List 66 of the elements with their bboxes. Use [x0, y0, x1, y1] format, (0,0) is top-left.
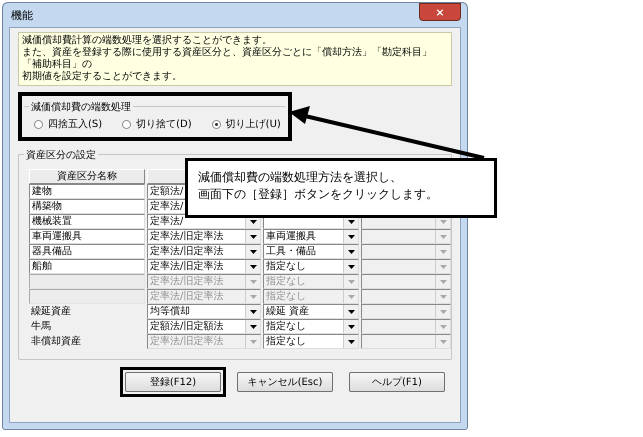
radio-label: 四捨五入(S): [48, 118, 102, 131]
radio-label: 切り上げ(U): [226, 118, 281, 131]
caret-icon: [250, 310, 256, 314]
callout-text: 画面下の［登録］ボタンをクリックします。: [198, 186, 439, 203]
dropdown[interactable]: 指定なし: [263, 259, 359, 274]
caret-icon: [348, 324, 354, 328]
dropdown[interactable]: 指定なし: [263, 319, 359, 334]
dialog-button[interactable]: ヘルプ(F1): [349, 372, 445, 392]
column-header: 資産区分名称: [29, 169, 145, 184]
info-text: 減価償却費計算の端数処理を選択することができます。: [22, 35, 273, 46]
group-title: 減価償却費の端数処理: [29, 100, 133, 114]
caret-icon: [250, 234, 256, 238]
close-button[interactable]: ×: [419, 3, 461, 21]
caret-icon: [250, 340, 256, 344]
radio-option[interactable]: 切り上げ(U): [212, 117, 281, 131]
caret-icon: [348, 234, 354, 238]
caret-icon: [348, 250, 354, 254]
radio-icon[interactable]: [212, 120, 221, 128]
asset-name: 繰延資産: [30, 304, 72, 319]
dropdown[interactable]: 定率法/旧定率法: [147, 244, 261, 259]
radio-label: 切り捨て(D): [136, 118, 192, 131]
dialog-button[interactable]: キャンセル(Esc): [237, 372, 333, 392]
caret-icon: [440, 280, 446, 284]
info-text: また、資産を登録する際に使用する資産区分と、資産区分ごとに「償却方法」「勘定科目」「補助科目」の: [22, 47, 433, 70]
group-title: 資産区分の設定: [24, 148, 98, 162]
dialog-button[interactable]: 登録(F12): [125, 372, 221, 392]
dropdown[interactable]: 均等償却: [147, 304, 261, 319]
callout-text: 減価償却費の端数処理方法を選択し、: [198, 169, 403, 186]
info-text: 初期値を設定することができます。: [22, 71, 183, 83]
radio-option[interactable]: 四捨五入(S): [34, 117, 102, 131]
radio-icon[interactable]: [122, 120, 132, 128]
dropdown[interactable]: 定額法/旧定額法: [147, 319, 261, 334]
name-field[interactable]: 船舶: [29, 259, 145, 274]
caret-icon: [348, 340, 354, 344]
caret-icon: [348, 264, 354, 268]
asset-name: 牛馬: [30, 320, 52, 334]
dropdown[interactable]: 定率法/旧定率法: [147, 229, 261, 244]
name-field[interactable]: 車両運搬具: [29, 229, 145, 244]
dropdown[interactable]: 工具・備品: [263, 244, 359, 259]
asset-name: 非償却資産: [30, 334, 82, 349]
dropdown[interactable]: 定率法/旧定率法: [147, 259, 261, 274]
caret-icon: [440, 250, 446, 254]
name-field[interactable]: 構築物: [29, 199, 145, 214]
caret-icon: [440, 310, 446, 314]
name-field[interactable]: 建物: [29, 184, 145, 199]
caret-icon: [440, 340, 446, 344]
name-field[interactable]: 機械装置: [29, 214, 145, 229]
caret-icon: [250, 250, 256, 254]
dropdown[interactable]: 指定なし: [263, 334, 359, 349]
name-field[interactable]: 器具備品: [29, 244, 145, 259]
window-title: 機能: [10, 8, 33, 22]
caret-icon: [440, 264, 446, 268]
caret-icon: [250, 264, 256, 268]
radio-icon[interactable]: [34, 120, 43, 128]
dropdown[interactable]: 車両運搬具: [263, 229, 359, 244]
caret-icon: [440, 324, 446, 328]
caret-icon: [250, 324, 256, 328]
caret-icon: [348, 294, 354, 298]
caret-icon: [440, 234, 446, 238]
radio-option[interactable]: 切り捨て(D): [122, 117, 192, 131]
caret-icon: [348, 310, 354, 314]
caret-icon: [440, 294, 446, 298]
caret-icon: [250, 294, 256, 298]
dropdown[interactable]: 繰延 資産: [263, 304, 359, 319]
caret-icon: [250, 280, 256, 284]
caret-icon: [348, 280, 354, 284]
